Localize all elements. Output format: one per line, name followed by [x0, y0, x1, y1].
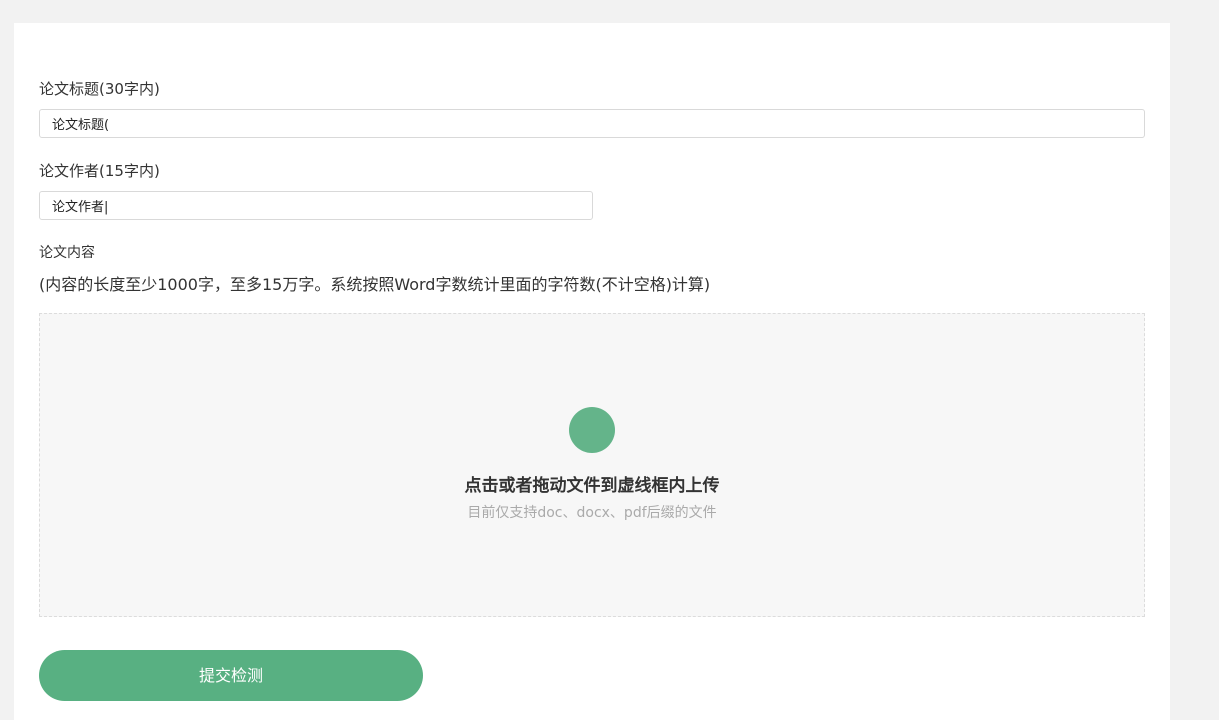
- title-label: 论文标题(30字内): [39, 80, 160, 98]
- upload-dropzone[interactable]: 点击或者拖动文件到虚线框内上传 目前仅支持doc、docx、pdf后缀的文件: [39, 313, 1145, 617]
- submit-button[interactable]: 提交检测: [39, 650, 423, 701]
- title-input[interactable]: [39, 109, 1145, 138]
- form-card: 论文标题(30字内) 论文作者(15字内) 论文内容 (内容的长度至少1000字…: [14, 23, 1170, 720]
- upload-subtitle: 目前仅支持doc、docx、pdf后缀的文件: [467, 505, 717, 521]
- content-length-hint: (内容的长度至少1000字，至多15万字。系统按照Word字数统计里面的字符数(…: [39, 275, 711, 294]
- author-label: 论文作者(15字内): [39, 162, 160, 180]
- content-label: 论文内容: [39, 245, 95, 261]
- author-input[interactable]: [39, 191, 593, 220]
- upload-title: 点击或者拖动文件到虚线框内上传: [464, 476, 720, 496]
- upload-icon[interactable]: [569, 407, 615, 453]
